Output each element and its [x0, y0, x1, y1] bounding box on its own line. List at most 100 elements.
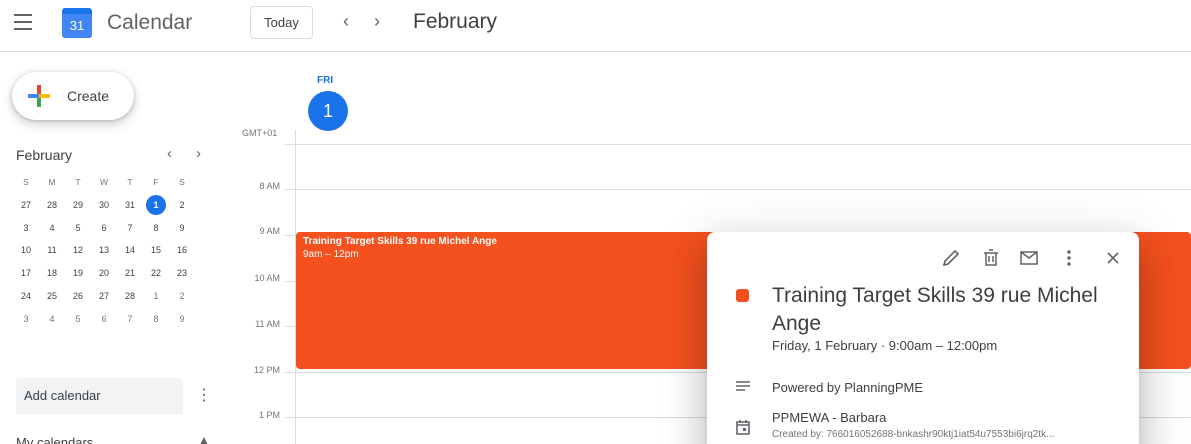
mini-day[interactable]: 29: [65, 195, 91, 218]
event-color-swatch: [736, 289, 749, 302]
mini-day[interactable]: 14: [117, 240, 143, 263]
mini-day[interactable]: 5: [65, 309, 91, 332]
mini-day[interactable]: 1: [143, 286, 169, 309]
create-button[interactable]: Create: [12, 72, 134, 120]
hour-label: 12 PM: [253, 365, 280, 375]
mini-day[interactable]: 8: [143, 309, 169, 332]
plus-icon: [28, 85, 50, 107]
popup-event-title: Training Target Skills 39 rue Michel Ang…: [772, 284, 1098, 335]
add-calendar-input[interactable]: Add calendar: [16, 378, 183, 414]
hour-label: 8 AM: [259, 181, 280, 191]
mini-day[interactable]: 17: [13, 263, 39, 286]
dow-label: S: [23, 177, 29, 187]
previous-period-icon[interactable]: ‹: [343, 11, 349, 32]
mini-day[interactable]: 19: [65, 263, 91, 286]
close-icon[interactable]: [1101, 246, 1125, 270]
app-title: Calendar: [107, 11, 193, 34]
calendar-icon: [734, 418, 752, 436]
hour-label: 1 PM: [258, 410, 280, 420]
mini-day[interactable]: 25: [39, 286, 65, 309]
more-vert-icon[interactable]: ⋮: [196, 385, 212, 405]
mini-day[interactable]: 9: [169, 309, 195, 332]
mini-day[interactable]: 13: [91, 240, 117, 263]
my-calendars-heading[interactable]: My calendars: [16, 435, 93, 444]
mini-day[interactable]: 15: [143, 240, 169, 263]
mini-day[interactable]: 28: [39, 195, 65, 218]
top-bar: 31 Calendar Today ‹ › February: [0, 0, 1191, 52]
dow-label: F: [153, 177, 159, 187]
popup-description: Powered by PlanningPME: [772, 380, 924, 395]
mini-day[interactable]: 21: [117, 263, 143, 286]
mini-day-selected[interactable]: 1: [143, 194, 169, 218]
mini-calendar-week: 3 4 5 6 7 8 9: [13, 309, 213, 332]
event-time: 9am – 12pm: [303, 249, 359, 260]
mini-day[interactable]: 18: [39, 263, 65, 286]
mini-calendar-week: 17 18 19 20 21 22 23: [13, 263, 213, 286]
dow-label: M: [48, 177, 56, 187]
mini-day[interactable]: 9: [169, 218, 195, 241]
mini-day[interactable]: 4: [39, 218, 65, 241]
hour-label: 11 AM: [255, 319, 280, 329]
mini-day[interactable]: 8: [143, 218, 169, 241]
next-period-icon[interactable]: ›: [374, 11, 380, 32]
mini-next-month-icon[interactable]: ›: [196, 145, 201, 162]
mini-day[interactable]: 6: [91, 309, 117, 332]
hour-gridline: [285, 189, 1191, 190]
day-number-button[interactable]: 1: [308, 91, 348, 131]
hour-gridline: [285, 144, 1191, 145]
mini-day[interactable]: 26: [65, 286, 91, 309]
mini-day[interactable]: 4: [39, 309, 65, 332]
edit-pencil-icon[interactable]: [939, 246, 963, 270]
popup-created-by: Created by: 766016052688-bnkashr90ktj1ia…: [772, 429, 1055, 440]
mini-day[interactable]: 3: [13, 309, 39, 332]
mini-day[interactable]: 10: [13, 240, 39, 263]
today-button[interactable]: Today: [250, 6, 313, 39]
mini-day[interactable]: 30: [91, 195, 117, 218]
event-details-popup: Training Target Skills 39 rue Michel Ang…: [707, 232, 1139, 444]
more-options-icon[interactable]: [1057, 246, 1081, 270]
popup-calendar-name: PPMEWA - Barbara: [772, 410, 887, 425]
chevron-up-icon[interactable]: ▲: [198, 433, 210, 444]
hour-label: 10 AM: [254, 273, 280, 283]
mini-day[interactable]: 24: [13, 286, 39, 309]
selected-day-number: 1: [146, 194, 166, 215]
mini-day[interactable]: 16: [169, 240, 195, 263]
mini-day[interactable]: 5: [65, 218, 91, 241]
mini-prev-month-icon[interactable]: ‹: [167, 145, 172, 162]
mini-day[interactable]: 27: [13, 195, 39, 218]
dow-label: S: [179, 177, 185, 187]
mini-day[interactable]: 20: [91, 263, 117, 286]
mini-day[interactable]: 2: [169, 195, 195, 218]
current-month-title: February: [413, 10, 498, 33]
mini-day[interactable]: 27: [91, 286, 117, 309]
mini-calendar-dow-row: S M T W T F S: [13, 172, 213, 195]
mini-day[interactable]: 11: [39, 240, 65, 263]
mini-day[interactable]: 22: [143, 263, 169, 286]
mini-day[interactable]: 2: [169, 286, 195, 309]
mini-day[interactable]: 6: [91, 218, 117, 241]
mini-calendar-week: 10 11 12 13 14 15 16: [13, 240, 213, 263]
event-title: Training Target Skills 39 rue Michel Ang…: [303, 236, 497, 247]
dow-label: W: [99, 177, 109, 187]
main-menu-icon[interactable]: [14, 14, 32, 30]
dow-label: T: [127, 177, 133, 187]
calendar-logo-icon: 31: [62, 8, 92, 38]
create-label: Create: [67, 88, 110, 104]
mini-day[interactable]: 12: [65, 240, 91, 263]
popup-event-datetime: Friday, 1 February · 9:00am – 12:00pm: [772, 338, 998, 353]
mini-calendar: S M T W T F S 27 28 29 30 31 1 2 3 4 5 6…: [13, 172, 213, 332]
dow-label: T: [75, 177, 81, 187]
description-lines-icon: [734, 378, 752, 396]
mini-day[interactable]: 3: [13, 218, 39, 241]
mini-day[interactable]: 7: [117, 218, 143, 241]
mini-calendar-week: 27 28 29 30 31 1 2: [13, 194, 213, 218]
mini-day[interactable]: 31: [117, 195, 143, 218]
timezone-label: GMT+01: [242, 128, 278, 138]
mini-day[interactable]: 7: [117, 309, 143, 332]
mini-day[interactable]: 23: [169, 263, 195, 286]
email-envelope-icon[interactable]: [1017, 246, 1041, 270]
day-of-week-label: FRI: [317, 75, 334, 86]
mini-day[interactable]: 28: [117, 286, 143, 309]
delete-trash-icon[interactable]: [979, 246, 1003, 270]
mini-calendar-month: February: [16, 147, 73, 163]
